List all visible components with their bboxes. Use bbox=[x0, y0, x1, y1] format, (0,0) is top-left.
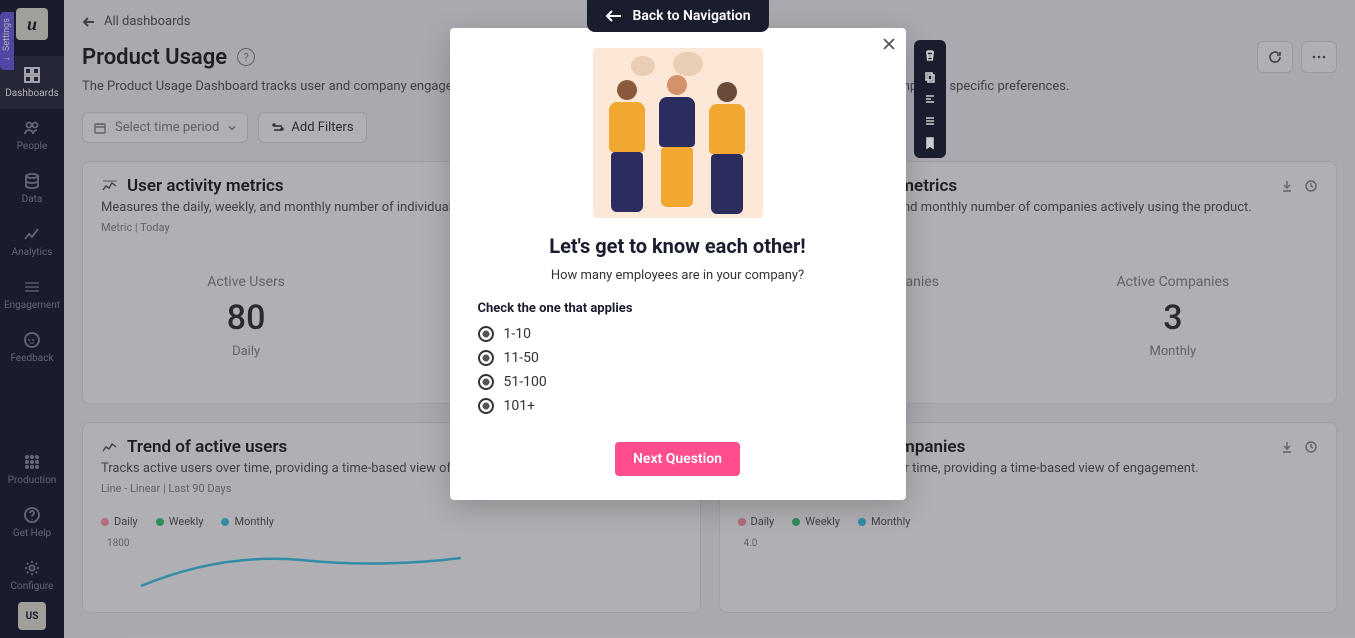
edit-toolbar bbox=[914, 40, 946, 158]
back-to-navigation-button[interactable]: Back to Navigation bbox=[586, 0, 768, 32]
option-51-100[interactable]: 51-100 bbox=[478, 374, 878, 390]
list-tool[interactable] bbox=[918, 112, 942, 130]
modal-subtitle: How many employees are in your company? bbox=[478, 268, 878, 283]
bookmark-tool[interactable] bbox=[918, 134, 942, 152]
close-icon bbox=[882, 37, 896, 51]
back-nav-label: Back to Navigation bbox=[632, 8, 750, 24]
copy-tool[interactable] bbox=[918, 68, 942, 86]
radio-group: 1-10 11-50 51-100 101+ bbox=[478, 326, 878, 414]
modal-prompt: Check the one that applies bbox=[478, 301, 878, 316]
survey-modal: Let's get to know each other! How many e… bbox=[450, 28, 906, 500]
arrow-left-icon bbox=[604, 9, 622, 23]
close-button[interactable] bbox=[882, 36, 896, 55]
option-label: 51-100 bbox=[504, 374, 547, 390]
trash-tool[interactable] bbox=[918, 46, 942, 64]
option-label: 11-50 bbox=[504, 350, 539, 366]
next-question-button[interactable]: Next Question bbox=[615, 442, 740, 476]
radio-icon bbox=[478, 374, 494, 390]
option-101-plus[interactable]: 101+ bbox=[478, 398, 878, 414]
modal-title: Let's get to know each other! bbox=[478, 234, 878, 258]
option-label: 1-10 bbox=[504, 326, 531, 342]
option-1-10[interactable]: 1-10 bbox=[478, 326, 878, 342]
radio-icon bbox=[478, 398, 494, 414]
align-tool[interactable] bbox=[918, 90, 942, 108]
option-11-50[interactable]: 11-50 bbox=[478, 350, 878, 366]
radio-icon bbox=[478, 326, 494, 342]
radio-icon bbox=[478, 350, 494, 366]
modal-illustration bbox=[593, 48, 763, 218]
option-label: 101+ bbox=[504, 398, 536, 414]
